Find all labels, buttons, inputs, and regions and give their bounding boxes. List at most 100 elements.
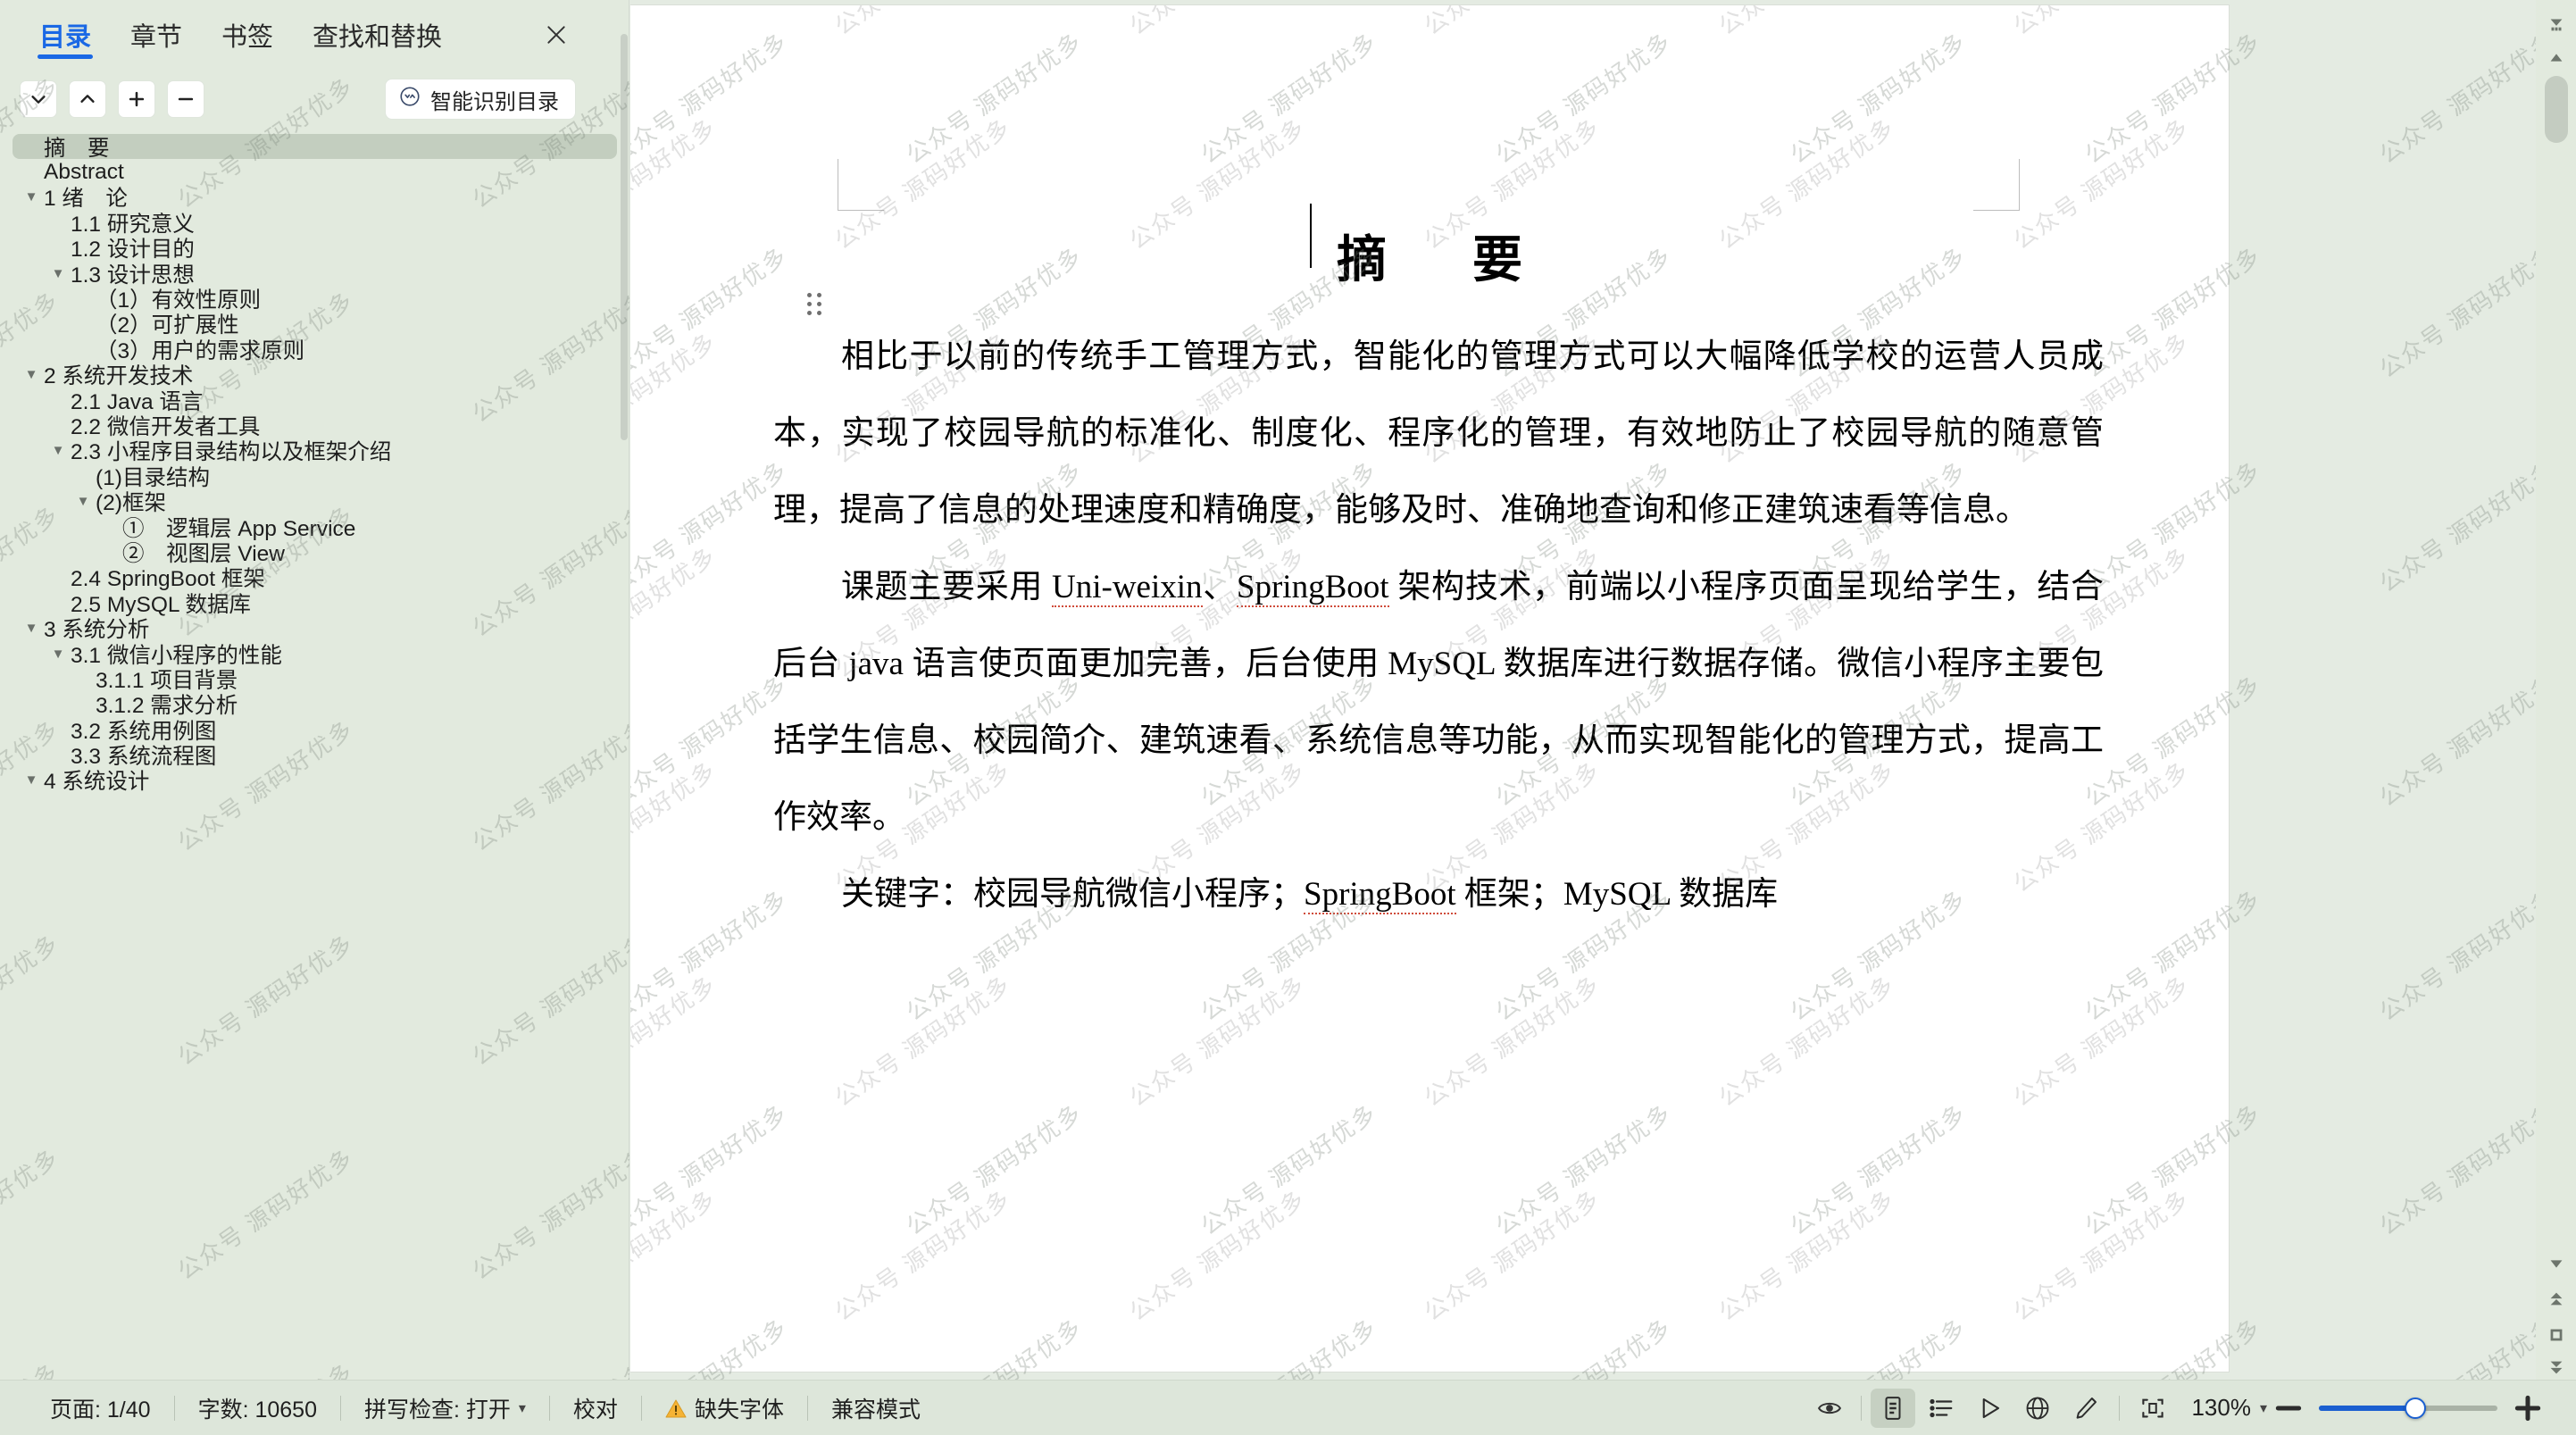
- watermark-text: 公众号 源码好优多: [2372, 880, 2536, 1027]
- zoom-slider-knob[interactable]: [2405, 1397, 2426, 1419]
- word-count-label: 字数: 10650: [198, 1392, 317, 1424]
- margin-mark-top-right: [1973, 159, 2020, 211]
- watermark-text: 公众号 源码好优多: [2005, 1181, 2195, 1327]
- watermark-text: 公众号 源码好优多: [1711, 1181, 1900, 1327]
- page-title: 摘 要: [773, 220, 2104, 292]
- minus-icon[interactable]: [167, 80, 204, 118]
- chevron-down-icon[interactable]: ▼: [48, 647, 68, 662]
- watermark-text: 公众号 源码好优多: [630, 966, 722, 1113]
- toc-item[interactable]: ▼摘 要: [13, 134, 617, 159]
- document-canvas[interactable]: 摘 要 相比于以前的传统手工管理方式，智能化的管理方式可以大幅降低学校的运营人员…: [630, 0, 2536, 1380]
- scroll-down-icon[interactable]: [2545, 1252, 2568, 1275]
- chevron-up-icon[interactable]: [69, 80, 106, 118]
- missing-font-warning[interactable]: 缺失字体: [642, 1392, 807, 1424]
- chevron-down-icon[interactable]: ▾: [2260, 1399, 2267, 1417]
- page-indicator[interactable]: 页面: 1/40: [27, 1392, 174, 1424]
- document-page[interactable]: 摘 要 相比于以前的传统手工管理方式，智能化的管理方式可以大幅降低学校的运营人员…: [630, 5, 2229, 1372]
- margin-mark-top-left: [838, 159, 884, 211]
- chevron-down-icon[interactable]: ▼: [21, 621, 41, 636]
- watermark-text: 公众号 源码好优多: [1711, 5, 1900, 42]
- watermark-text: 公众号 源码好优多: [630, 5, 722, 42]
- chevron-down-icon[interactable]: ▼: [21, 367, 41, 382]
- watermark-text: 公众号 源码好优多: [2005, 966, 2195, 1113]
- tab-contents-label: 目录: [39, 16, 91, 54]
- pen-icon[interactable]: [2063, 1389, 2108, 1428]
- close-icon[interactable]: [537, 15, 576, 54]
- chevron-down-icon[interactable]: ▼: [48, 266, 68, 281]
- page-indicator-label: 页面: 1/40: [50, 1392, 151, 1424]
- play-icon[interactable]: [1967, 1389, 2012, 1428]
- document-scrollbar-thumb[interactable]: [2545, 76, 2568, 143]
- paragraph-2[interactable]: 课题主要采用 Uni-weixin、SpringBoot 架构技术，前端以小程序…: [773, 549, 2104, 856]
- toc-item[interactable]: ▼① 逻辑层 App Service: [13, 514, 617, 539]
- sidebar-tab-bar: 目录 章节 书签 查找和替换: [0, 0, 629, 70]
- watermark-text: 公众号 源码好优多: [630, 109, 722, 255]
- page-view-icon[interactable]: [1871, 1389, 1915, 1428]
- paragraph-keywords[interactable]: 关键字：校园导航微信小程序；SpringBoot 框架；MySQL 数据库: [773, 856, 2104, 933]
- toc-item-label: 4 系统设计: [44, 764, 149, 796]
- chevron-down-icon[interactable]: [20, 80, 57, 118]
- zoom-in-button[interactable]: [2510, 1390, 2546, 1426]
- sidebar-scrollbar-thumb[interactable]: [621, 34, 628, 440]
- focus-icon[interactable]: [2130, 1389, 2175, 1428]
- toc-item[interactable]: ▼4 系统设计: [13, 768, 617, 793]
- toc-item-label: 摘 要: [44, 134, 110, 163]
- spellcheck-toggle[interactable]: 拼写检查: 打开 ▾: [341, 1392, 549, 1424]
- watermark-text: 公众号 源码好优多: [1121, 1181, 1311, 1327]
- watermark-text: 公众号 源码好优多: [2372, 1309, 2536, 1380]
- paragraph-1[interactable]: 相比于以前的传统手工管理方式，智能化的管理方式可以大幅降低学校的运营人员成本，实…: [773, 319, 2104, 549]
- watermark-text: 公众号 源码好优多: [1121, 5, 1311, 42]
- text-caret: [1310, 204, 1312, 268]
- watermark-text: 公众号 源码好优多: [1416, 966, 1605, 1113]
- select-browse-object-icon[interactable]: [2545, 1323, 2568, 1347]
- document-scrollbar[interactable]: [2536, 0, 2576, 1380]
- document-text[interactable]: 摘 要 相比于以前的传统手工管理方式，智能化的管理方式可以大幅降低学校的运营人员…: [773, 220, 2104, 933]
- proofread-button[interactable]: 校对: [550, 1392, 641, 1424]
- tab-chapters[interactable]: 章节: [111, 9, 202, 61]
- word-count[interactable]: 字数: 10650: [175, 1392, 340, 1424]
- tab-bookmarks-label: 书签: [221, 16, 273, 54]
- watermark-text: 公众号 源码好优多: [2372, 1095, 2536, 1241]
- tab-bookmarks[interactable]: 书签: [202, 9, 293, 61]
- watermark-text: 公众号 源码好优多: [630, 1181, 722, 1327]
- chevron-down-icon[interactable]: ▼: [21, 189, 41, 204]
- scroll-prev-page-icon[interactable]: [2545, 13, 2568, 36]
- page-title-text: 摘 要: [1337, 233, 1540, 288]
- plus-icon[interactable]: [118, 80, 155, 118]
- chevron-down-icon[interactable]: ▼: [21, 772, 41, 788]
- spellcheck-label: 拼写检查: 打开: [364, 1392, 511, 1424]
- status-divider: [1861, 1396, 1862, 1421]
- status-divider: [2119, 1396, 2120, 1421]
- scroll-up-icon[interactable]: [2545, 46, 2568, 70]
- watermark-text: 公众号 源码好优多: [2372, 238, 2536, 384]
- outline-view-icon[interactable]: [1919, 1389, 1963, 1428]
- navigation-sidebar: 目录 章节 书签 查找和替换: [0, 0, 629, 1380]
- zoom-level-label[interactable]: 130%: [2191, 1394, 2251, 1422]
- compatibility-mode[interactable]: 兼容模式: [808, 1392, 944, 1424]
- warning-triangle-icon: [665, 1398, 687, 1418]
- smart-recognize-icon: [398, 85, 421, 114]
- watermark-text: 公众号 源码好优多: [1121, 966, 1311, 1113]
- scroll-next-object-icon[interactable]: [2545, 1356, 2568, 1379]
- watermark-text: 公众号 源码好优多: [1711, 966, 1900, 1113]
- tab-find-replace[interactable]: 查找和替换: [293, 9, 462, 61]
- tab-contents[interactable]: 目录: [20, 9, 111, 61]
- zoom-out-button[interactable]: [2271, 1390, 2306, 1426]
- status-bar-left: 页面: 1/40 字数: 10650 拼写检查: 打开 ▾ 校对: [0, 1392, 944, 1424]
- chevron-down-icon[interactable]: ▾: [519, 1399, 526, 1417]
- web-view-icon[interactable]: [2015, 1389, 2060, 1428]
- zoom-slider[interactable]: [2319, 1406, 2497, 1411]
- chevron-down-icon[interactable]: ▼: [48, 443, 68, 458]
- watermark-text: 公众号 源码好优多: [827, 1181, 1016, 1327]
- smart-recognize-toc-button[interactable]: 智能识别目录: [385, 79, 576, 120]
- missing-font-label: 缺失字体: [695, 1392, 784, 1424]
- chevron-down-icon[interactable]: ▼: [73, 494, 93, 509]
- scroll-prev-object-icon[interactable]: [2545, 1288, 2568, 1311]
- eye-icon[interactable]: [1807, 1389, 1852, 1428]
- watermark-text: 公众号 源码好优多: [630, 752, 722, 898]
- toc-list[interactable]: ▼摘 要▼Abstract▼1 绪 论▼1.1 研究意义▼1.2 设计目的▼1.…: [0, 134, 629, 1380]
- compatibility-mode-label: 兼容模式: [831, 1392, 921, 1424]
- watermark-text: 公众号 源码好优多: [630, 538, 722, 684]
- watermark-text: 公众号 源码好优多: [1416, 5, 1605, 42]
- watermark-text: 公众号 源码好优多: [630, 323, 722, 470]
